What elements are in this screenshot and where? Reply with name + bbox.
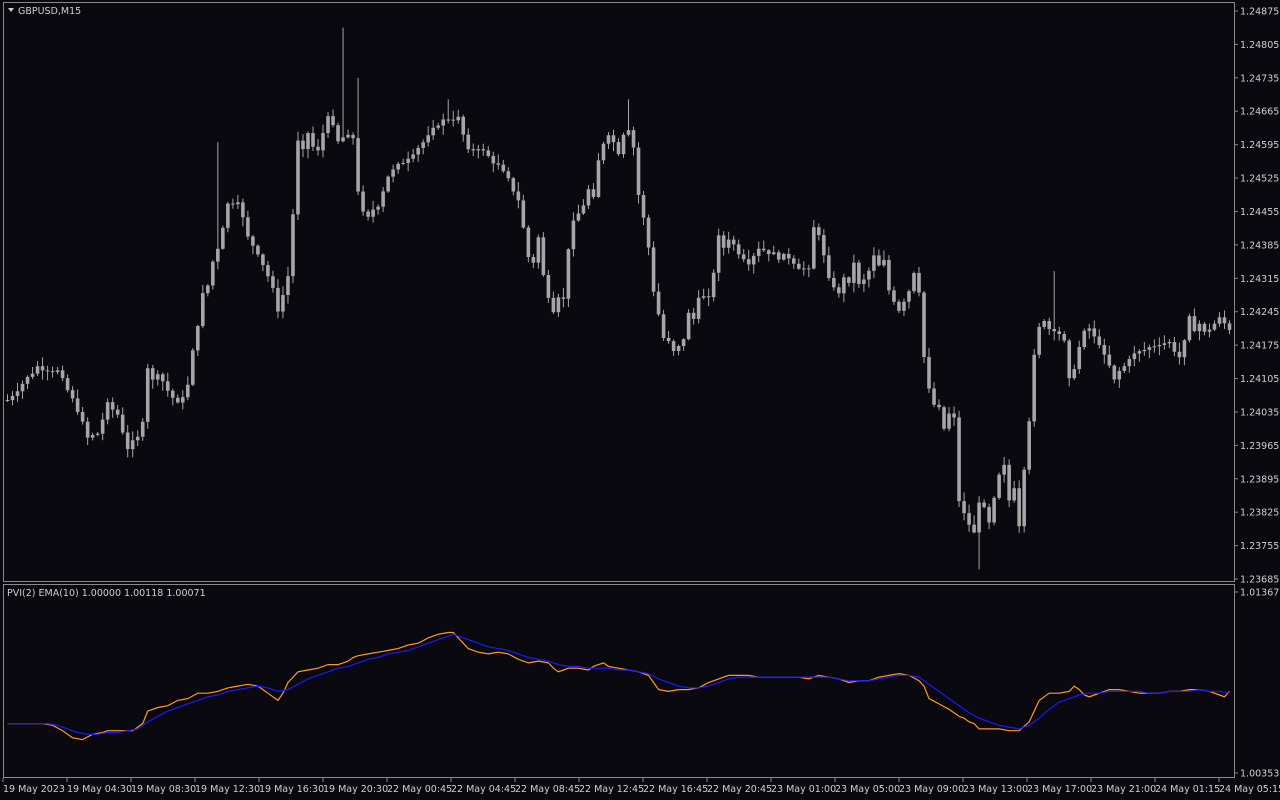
candle bbox=[296, 131, 300, 220]
candle bbox=[566, 248, 571, 307]
price-tick-label: 1.24455 bbox=[1240, 207, 1279, 218]
candle bbox=[221, 225, 225, 250]
candle bbox=[145, 363, 150, 429]
price-tick-label: 1.23895 bbox=[1240, 474, 1279, 485]
candle bbox=[997, 472, 1001, 500]
indicator-tick-label: 1.01367 bbox=[1240, 588, 1279, 599]
time-tick-label: 19 May 12:30 bbox=[195, 784, 260, 795]
candle bbox=[386, 175, 390, 193]
candle bbox=[636, 142, 641, 204]
time-tick-label: 24 May 05:15 bbox=[1219, 784, 1280, 795]
candle bbox=[226, 201, 230, 233]
time-tick-label: 23 May 13:00 bbox=[963, 784, 1028, 795]
price-tick-label: 1.24735 bbox=[1240, 73, 1279, 84]
time-tick-label: 19 May 16:30 bbox=[259, 784, 324, 795]
candle bbox=[291, 209, 295, 284]
price-tick-label: 1.24595 bbox=[1240, 140, 1279, 151]
candle bbox=[1037, 322, 1041, 359]
price-tick-label: 1.24805 bbox=[1240, 40, 1279, 51]
candle bbox=[661, 309, 666, 341]
candle bbox=[957, 410, 961, 507]
time-tick-label: 19 May 2023 bbox=[3, 784, 65, 795]
candle bbox=[912, 271, 916, 294]
time-tick-label: 22 May 20:45 bbox=[707, 784, 772, 795]
time-tick-label: 24 May 01:15 bbox=[1155, 784, 1220, 795]
candle bbox=[526, 225, 531, 263]
time-tick-label: 23 May 21:00 bbox=[1091, 784, 1156, 795]
symbol-label: GBPUSD,M15 bbox=[18, 6, 81, 17]
time-tick-label: 19 May 08:30 bbox=[131, 784, 196, 795]
price-tick-label: 1.24875 bbox=[1240, 7, 1279, 18]
price-tick-label: 1.24105 bbox=[1240, 374, 1279, 385]
time-tick-label: 19 May 20:30 bbox=[323, 784, 388, 795]
candle bbox=[651, 241, 656, 297]
candle bbox=[1007, 459, 1011, 508]
price-tick-label: 1.23755 bbox=[1240, 541, 1279, 552]
candle bbox=[1022, 466, 1026, 533]
time-tick-label: 22 May 08:45 bbox=[515, 784, 580, 795]
candle bbox=[191, 347, 195, 387]
indicator-tick-label: 1.00353 bbox=[1240, 769, 1279, 780]
candle bbox=[781, 252, 786, 261]
price-tick-label: 1.24315 bbox=[1240, 274, 1279, 285]
price-tick-label: 1.24385 bbox=[1240, 240, 1279, 251]
price-tick-label: 1.24525 bbox=[1240, 174, 1279, 185]
time-tick-label: 22 May 04:45 bbox=[451, 784, 516, 795]
candle bbox=[1032, 349, 1036, 427]
price-tick-label: 1.24175 bbox=[1240, 341, 1279, 352]
price-tick-label: 1.23685 bbox=[1240, 575, 1279, 586]
time-tick-label: 23 May 05:00 bbox=[835, 784, 900, 795]
candle bbox=[922, 290, 926, 364]
candle bbox=[857, 259, 861, 288]
chart-background bbox=[0, 0, 1280, 800]
candle bbox=[1187, 313, 1192, 343]
candle bbox=[992, 496, 996, 526]
price-tick-label: 1.23965 bbox=[1240, 441, 1279, 452]
candle bbox=[211, 260, 215, 290]
candle bbox=[711, 269, 716, 302]
time-tick-label: 19 May 04:30 bbox=[67, 784, 132, 795]
time-tick-label: 23 May 09:00 bbox=[899, 784, 964, 795]
candle bbox=[541, 232, 546, 277]
candle bbox=[1027, 417, 1031, 475]
time-tick-label: 22 May 12:45 bbox=[579, 784, 644, 795]
candle bbox=[942, 405, 946, 431]
time-tick-label: 22 May 16:45 bbox=[643, 784, 708, 795]
price-tick-label: 1.24245 bbox=[1240, 307, 1279, 318]
indicator-label: PVI(2) EMA(10) 1.00000 1.00118 1.00071 bbox=[7, 588, 206, 599]
time-tick-label: 23 May 01:00 bbox=[771, 784, 836, 795]
candle bbox=[887, 255, 891, 295]
time-tick-label: 22 May 00:45 bbox=[387, 784, 452, 795]
candle bbox=[336, 122, 340, 144]
price-tick-label: 1.24665 bbox=[1240, 107, 1279, 118]
trading-chart[interactable]: GBPUSD,M15 1.24875 1.24805 1.24735 1.24665 1… bbox=[0, 0, 1280, 800]
price-tick-label: 1.23825 bbox=[1240, 508, 1279, 519]
time-tick-label: 23 May 17:00 bbox=[1027, 784, 1092, 795]
candle bbox=[621, 132, 626, 158]
candle bbox=[812, 220, 816, 270]
candle bbox=[686, 309, 691, 341]
candle bbox=[1082, 328, 1087, 350]
price-tick-label: 1.24035 bbox=[1240, 407, 1279, 418]
